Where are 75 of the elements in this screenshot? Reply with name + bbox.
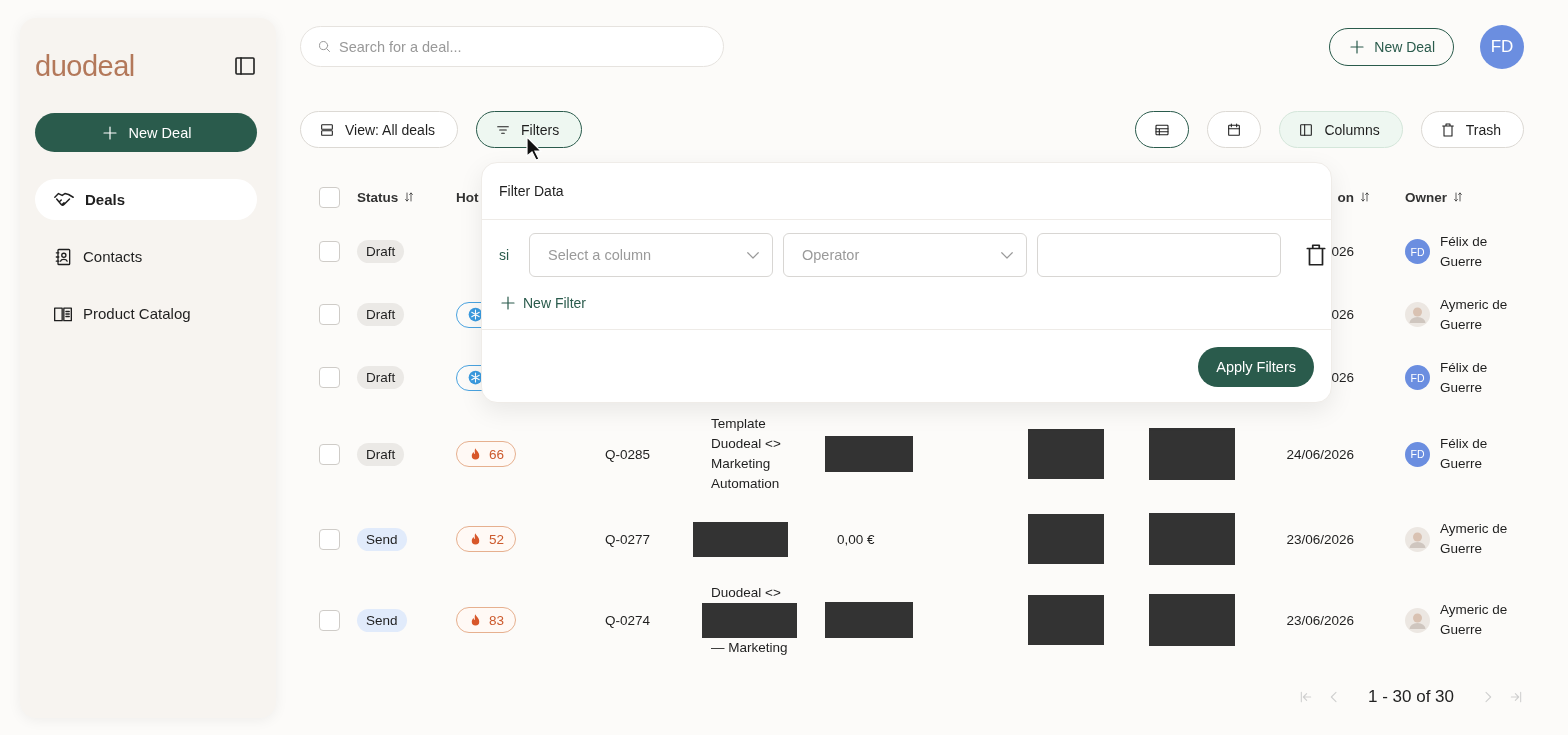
owner-name: Félix de Guerre (1440, 232, 1489, 271)
column-header: Status (357, 189, 399, 205)
checkbox[interactable] (319, 528, 340, 550)
deal-title: — Marketing (711, 638, 789, 657)
owner-avatar: FD (1405, 239, 1430, 264)
checkbox[interactable] (319, 367, 340, 388)
owner-name: Aymeric de Guerre (1440, 520, 1509, 558)
status-badge: Draft (357, 366, 405, 389)
hot-score-badge: 66 (456, 441, 517, 467)
checkbox[interactable] (319, 186, 340, 208)
column-header: Owner (1405, 189, 1447, 205)
columns-button[interactable]: Columns (1279, 111, 1403, 148)
columns-icon (1298, 121, 1315, 138)
hot-score-badge: 83 (456, 607, 517, 633)
rows-icon (319, 121, 335, 138)
nav-item[interactable]: Contacts (35, 236, 257, 277)
value-field[interactable] (1037, 233, 1281, 277)
trash-icon (1303, 242, 1329, 268)
view-mode-button[interactable] (1135, 111, 1190, 148)
status-badge: Draft (357, 303, 405, 326)
filter-connector: si (499, 247, 511, 263)
avatar-icon (1405, 526, 1430, 552)
avatar-icon (1405, 302, 1430, 327)
page-range: 1 - 30 of 30 (1368, 687, 1454, 707)
checkbox[interactable] (319, 609, 340, 631)
amount-cell-text: 0,00 € (836, 531, 875, 547)
owner-name: Aymeric de Guerre (1440, 295, 1509, 334)
date-cell: 026 (1331, 370, 1354, 385)
owner-avatar: FD (1405, 365, 1430, 390)
calendar-icon (1226, 121, 1243, 138)
checkbox[interactable] (319, 443, 340, 465)
filters-button[interactable]: Filters (476, 111, 583, 148)
plus-icon (499, 294, 517, 312)
status-badge: Draft (357, 442, 405, 466)
date-cell: 24/06/2026 (1286, 446, 1354, 462)
date-cell: 026 (1331, 244, 1354, 259)
new-deal-button[interactable]: New Deal (35, 113, 257, 152)
status-badge: Send (357, 608, 407, 632)
deal-title: Template Duodeal <> Marketing Automation (711, 415, 782, 493)
column-header: Hot (456, 189, 479, 205)
trash-button[interactable]: Trash (1420, 111, 1524, 148)
new-filter-button[interactable]: New Filter (499, 291, 586, 315)
popover-title: Filter Data (499, 183, 564, 199)
owner-name: Aymeric de Guerre (1440, 601, 1509, 639)
avatar-icon (1405, 607, 1430, 633)
deal-title: Duodeal <> (711, 583, 782, 602)
date-cell: 23/06/2026 (1286, 612, 1354, 628)
quote-number: Q-0277 (605, 531, 651, 547)
status-badge: Send (357, 527, 407, 551)
sidebar-toggle-button[interactable] (233, 54, 257, 78)
view-button[interactable]: View: All deals (300, 111, 458, 148)
cursor-icon (526, 136, 542, 162)
nav-item[interactable]: Deals (35, 179, 257, 220)
first-page-icon (1298, 689, 1314, 705)
last-page-icon (1508, 689, 1524, 705)
logo: duodeal (35, 49, 135, 83)
apply-filters-button[interactable]: Apply Filters (1198, 347, 1314, 387)
quote-number: Q-0274 (605, 612, 651, 628)
owner-name: Félix de Guerre (1440, 435, 1489, 473)
search-field[interactable]: Search for a deal... (300, 26, 724, 67)
checkbox[interactable] (319, 241, 340, 262)
date-cell: 23/06/2026 (1286, 531, 1354, 547)
sidebar-toggle-icon (233, 54, 257, 78)
nav-item[interactable]: Product Catalog (35, 293, 257, 334)
search-icon (317, 39, 332, 54)
column-header: on (1337, 189, 1354, 205)
checkbox[interactable] (319, 304, 340, 325)
owner-name: Félix de Guerre (1440, 358, 1489, 397)
quote-number: Q-0285 (605, 446, 651, 462)
hot-score-badge: 52 (456, 526, 517, 552)
date-cell: 026 (1331, 307, 1354, 322)
contact-book-icon (53, 246, 73, 267)
owner-avatar: FD (1405, 441, 1430, 467)
trash-icon (1439, 121, 1456, 138)
status-badge: Draft (357, 240, 405, 263)
